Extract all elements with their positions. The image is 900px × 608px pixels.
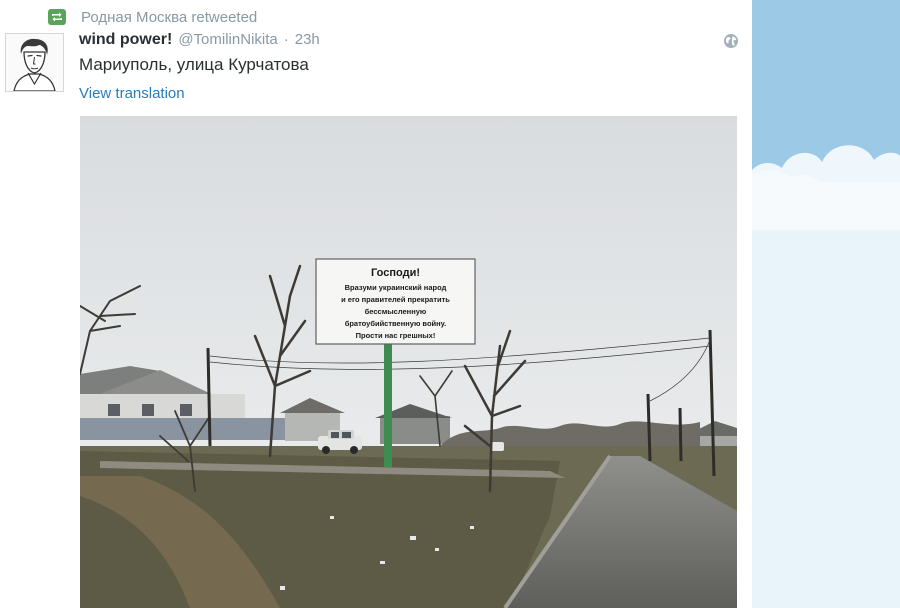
timestamp[interactable]: 23h — [295, 31, 320, 48]
tweet-photo[interactable]: Господи! Вразуми украинский народ и его … — [80, 116, 737, 608]
billboard-line-4: братоубийственную войну. — [345, 319, 447, 328]
author-handle[interactable]: @TomilinNikita — [178, 31, 277, 48]
retweet-icon — [48, 9, 66, 25]
globe-icon[interactable] — [723, 33, 739, 49]
avatar[interactable] — [5, 33, 64, 92]
view-translation-link[interactable]: View translation — [79, 85, 185, 102]
background-sky-panel — [752, 0, 900, 608]
billboard-line-1: Вразуми украинский народ — [345, 283, 447, 292]
author-name[interactable]: wind power! — [79, 31, 172, 49]
separator-dot: · — [283, 31, 289, 48]
billboard-line-3: бессмысленную — [365, 307, 427, 316]
retweet-label[interactable]: Родная Москва retweeted — [81, 9, 257, 26]
tweet-text: Мариуполь, улица Курчатова — [79, 55, 309, 74]
billboard-line-5: Прости нас грешных! — [356, 331, 436, 340]
tweet-card: Родная Москва retweeted wind power! @Tom… — [0, 0, 752, 608]
tweet-header: wind power! @TomilinNikita · 23h — [79, 31, 320, 49]
billboard-title: Господи! — [371, 267, 420, 279]
billboard-line-2: и его правителей прекратить — [341, 295, 450, 304]
retweet-context: Родная Москва retweeted — [48, 8, 257, 26]
